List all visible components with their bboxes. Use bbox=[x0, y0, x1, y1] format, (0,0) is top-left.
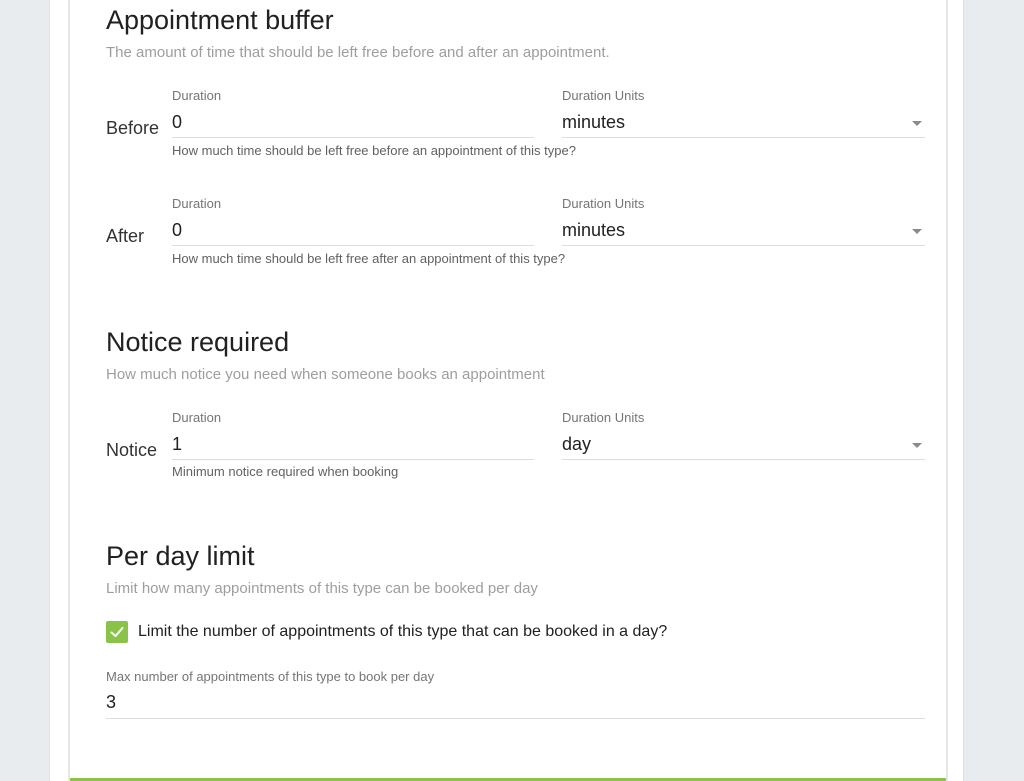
before-units-dropdown-icon[interactable] bbox=[912, 121, 922, 126]
after-units-label: Duration Units bbox=[562, 196, 645, 211]
before-label: Before bbox=[106, 118, 160, 138]
after-units-dropdown-icon[interactable] bbox=[912, 229, 922, 234]
notice-units-select[interactable]: day bbox=[562, 434, 591, 455]
max-per-day-label: Max number of appointments of this type … bbox=[106, 669, 435, 684]
after-units-underline bbox=[562, 245, 925, 246]
notice-duration-input[interactable]: 1 bbox=[172, 434, 182, 455]
before-duration-input[interactable]: 0 bbox=[172, 112, 182, 133]
before-hint: How much time should be left free before… bbox=[172, 143, 576, 158]
before-units-underline bbox=[562, 137, 925, 138]
notice-duration-underline bbox=[172, 459, 534, 460]
notice-units-dropdown-icon[interactable] bbox=[912, 443, 922, 448]
after-units-select[interactable]: minutes bbox=[562, 220, 625, 241]
before-duration-underline bbox=[172, 137, 534, 138]
before-units-select[interactable]: minutes bbox=[562, 112, 625, 133]
notice-hint: Minimum notice required when booking bbox=[172, 464, 399, 479]
page-container: Appointment buffer The amount of time th… bbox=[49, 0, 964, 781]
after-label: After bbox=[106, 226, 145, 246]
notice-required-title: Notice required bbox=[106, 327, 290, 357]
before-units-label: Duration Units bbox=[562, 88, 645, 103]
before-duration-label: Duration bbox=[172, 88, 222, 103]
max-per-day-input[interactable]: 3 bbox=[106, 692, 116, 713]
per-day-limit-subtitle: Limit how many appointments of this type… bbox=[106, 580, 538, 597]
max-per-day-underline bbox=[106, 718, 925, 719]
notice-duration-label: Duration bbox=[172, 410, 222, 425]
appointment-buffer-title: Appointment buffer bbox=[106, 5, 334, 35]
notice-label: Notice bbox=[106, 440, 158, 460]
notice-required-subtitle: How much notice you need when someone bo… bbox=[106, 366, 545, 383]
after-duration-input[interactable]: 0 bbox=[172, 220, 182, 241]
notice-units-label: Duration Units bbox=[562, 410, 645, 425]
checkmark-icon bbox=[110, 627, 124, 637]
limit-per-day-checkbox-label[interactable]: Limit the number of appointments of this… bbox=[138, 623, 667, 641]
settings-card: Appointment buffer The amount of time th… bbox=[68, 0, 948, 781]
per-day-limit-title: Per day limit bbox=[106, 541, 255, 571]
limit-per-day-checkbox[interactable] bbox=[106, 621, 128, 643]
after-hint: How much time should be left free after … bbox=[172, 251, 566, 266]
after-duration-label: Duration bbox=[172, 196, 222, 211]
after-duration-underline bbox=[172, 245, 534, 246]
notice-units-underline bbox=[562, 459, 925, 460]
appointment-buffer-subtitle: The amount of time that should be left f… bbox=[106, 44, 610, 61]
